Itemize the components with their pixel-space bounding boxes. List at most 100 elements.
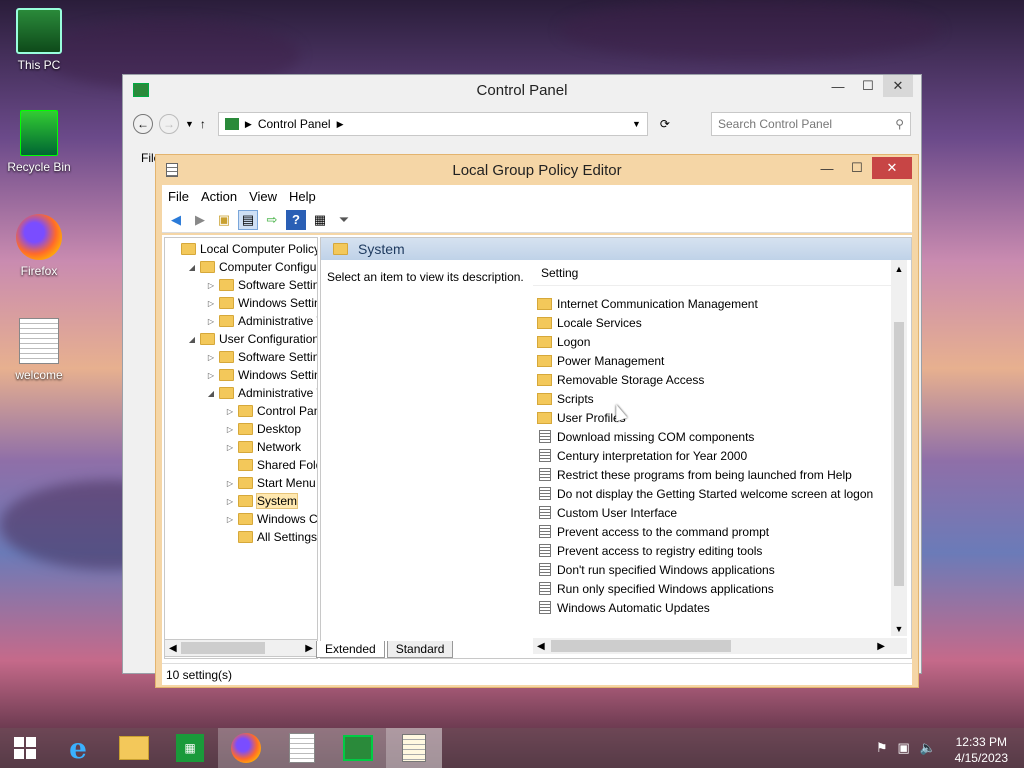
group-policy-editor-window[interactable]: Local Group Policy Editor — ☐ ✕ File Act… — [155, 154, 919, 688]
folder-list-item[interactable]: Locale Services — [537, 313, 642, 332]
setting-list-item[interactable]: Don't run specified Windows applications — [537, 560, 775, 579]
scroll-up-icon[interactable]: ▲ — [891, 260, 907, 274]
desktop-icon-recycle-bin[interactable]: Recycle Bin — [6, 110, 72, 174]
menu-view[interactable]: View — [243, 189, 283, 204]
up-button[interactable]: ↑ — [200, 117, 206, 131]
tree-node[interactable]: All Settings — [224, 528, 317, 546]
scroll-thumb[interactable] — [894, 322, 904, 586]
desktop-icon-welcome[interactable]: welcome — [6, 318, 72, 382]
menu-help[interactable]: Help — [283, 189, 322, 204]
properties-icon[interactable]: ▦ — [310, 210, 330, 230]
recent-locations-button[interactable]: ▼ — [185, 119, 194, 129]
menu-action[interactable]: Action — [195, 189, 243, 204]
setting-list-item[interactable]: Download missing COM components — [537, 427, 754, 446]
scroll-right-icon[interactable]: ▶ — [877, 641, 885, 652]
export-list-icon[interactable]: ⇨ — [262, 210, 282, 230]
filter-icon[interactable]: ⏷ — [334, 210, 354, 230]
tree-node[interactable]: Shared Folder — [224, 456, 317, 474]
tree-node[interactable]: Local Computer Policy — [167, 240, 317, 258]
taskbar-file-explorer[interactable] — [106, 728, 162, 768]
tree-node[interactable]: ▷ Windows Cor — [224, 510, 317, 528]
tree-node[interactable]: ▷ System — [224, 492, 299, 510]
expand-toggle-icon[interactable]: ▷ — [205, 353, 217, 362]
horizontal-scrollbar[interactable]: ◀ ▶ — [533, 638, 907, 654]
tree-node[interactable]: ◢ Computer Configura — [186, 258, 317, 276]
expand-toggle-icon[interactable]: ▷ — [205, 317, 217, 326]
expand-toggle-icon[interactable]: ▷ — [205, 371, 217, 380]
close-button[interactable]: ✕ — [872, 157, 912, 179]
scroll-right-icon[interactable]: ▶ — [305, 643, 313, 654]
expand-toggle-icon[interactable]: ▷ — [205, 281, 217, 290]
column-header-setting[interactable]: Setting — [533, 260, 907, 286]
tree-node[interactable]: ◢ Administrative Te — [205, 384, 317, 402]
tree-node[interactable]: ◢ User Configuration — [186, 330, 317, 348]
show-hide-tree-icon[interactable]: ▤ — [238, 209, 258, 230]
breadcrumb-control-panel[interactable]: Control Panel — [258, 117, 331, 131]
console-tree[interactable]: Local Computer Policy ◢ Computer Configura… — [164, 237, 318, 659]
taskbar-group-policy-editor[interactable] — [386, 728, 442, 768]
back-button[interactable]: ← — [133, 114, 153, 134]
forward-button[interactable]: → — [159, 114, 179, 134]
expand-toggle-icon[interactable]: ▷ — [224, 443, 236, 452]
expand-toggle-icon[interactable]: ▷ — [224, 425, 236, 434]
refresh-button[interactable]: ⟳ — [654, 117, 676, 131]
folder-list-item[interactable]: Removable Storage Access — [537, 370, 704, 389]
tree-node[interactable]: ▷ Network — [224, 438, 301, 456]
up-folder-icon[interactable]: ▣ — [214, 210, 234, 230]
scroll-thumb[interactable] — [181, 642, 265, 654]
tree-node[interactable]: ▷ Desktop — [224, 420, 301, 438]
expand-toggle-icon[interactable]: ▷ — [224, 497, 236, 506]
taskbar-firefox[interactable] — [218, 728, 274, 768]
folder-list-item[interactable]: Logon — [537, 332, 590, 351]
search-input[interactable]: Search Control Panel ⚲ — [711, 112, 911, 136]
scroll-thumb[interactable] — [551, 640, 731, 652]
close-button[interactable]: ✕ — [883, 75, 913, 97]
setting-list-item[interactable]: Custom User Interface — [537, 503, 677, 522]
setting-list-item[interactable]: Prevent access to registry editing tools — [537, 541, 762, 560]
desktop-icon-this-pc[interactable]: This PC — [6, 8, 72, 72]
minimize-button[interactable]: — — [812, 157, 842, 179]
start-button[interactable] — [0, 728, 50, 768]
tree-node[interactable]: ▷ Windows Setting — [205, 366, 317, 384]
tree-node[interactable]: ▷ Software Settings — [205, 348, 317, 366]
expand-toggle-icon[interactable]: ▷ — [224, 479, 236, 488]
vertical-scrollbar[interactable]: ▲ ▼ — [891, 260, 907, 636]
setting-list-item[interactable]: Do not display the Getting Started welco… — [537, 484, 873, 503]
taskbar-store[interactable]: ▦ — [162, 728, 218, 768]
flag-icon[interactable]: ⚑ — [876, 740, 888, 756]
scroll-left-icon[interactable]: ◀ — [169, 643, 177, 654]
expand-toggle-icon[interactable]: ▷ — [205, 299, 217, 308]
gpe-titlebar[interactable]: Local Group Policy Editor — ☐ ✕ — [156, 155, 918, 185]
address-dropdown-icon[interactable]: ▼ — [632, 119, 641, 129]
setting-list-item[interactable]: Prevent access to the command prompt — [537, 522, 769, 541]
folder-list-item[interactable]: Scripts — [537, 389, 594, 408]
address-box[interactable]: ▶ Control Panel ▶ ▼ — [217, 112, 648, 136]
network-icon[interactable]: ▣ — [898, 740, 910, 756]
expand-toggle-icon[interactable]: ▷ — [224, 515, 236, 524]
expand-toggle-icon[interactable]: ▷ — [224, 407, 236, 416]
tree-node[interactable]: ▷ Software Settings — [205, 276, 317, 294]
tree-node[interactable]: ▷ Administrative Te — [205, 312, 317, 330]
expand-toggle-icon[interactable]: ◢ — [186, 263, 198, 272]
menu-file[interactable]: File — [162, 189, 195, 204]
maximize-button[interactable]: ☐ — [842, 157, 872, 179]
taskbar-notepad[interactable] — [274, 728, 330, 768]
tree-hscroll[interactable]: ◀ ▶ — [164, 639, 318, 657]
settings-list[interactable]: Setting ▲ ▼ Internet Communication Manag… — [533, 260, 907, 636]
setting-list-item[interactable]: Windows Automatic Updates — [537, 598, 710, 617]
setting-list-item[interactable]: Run only specified Windows applications — [537, 579, 774, 598]
back-arrow-icon[interactable]: ◀ — [166, 210, 186, 230]
taskbar-control-panel[interactable] — [330, 728, 386, 768]
expand-toggle-icon[interactable]: ◢ — [186, 335, 198, 344]
expand-toggle-icon[interactable]: ◢ — [205, 389, 217, 398]
volume-muted-icon[interactable]: 🔈 — [920, 740, 936, 756]
tab-standard[interactable]: Standard — [386, 641, 454, 658]
tree-node[interactable]: ▷ Start Menu ar — [224, 474, 317, 492]
tree-node[interactable]: ▷ Control Panel — [224, 402, 317, 420]
tree-node[interactable]: ▷ Windows Setting — [205, 294, 317, 312]
control-panel-titlebar[interactable]: Control Panel — ☐ ✕ — [123, 75, 921, 105]
minimize-button[interactable]: — — [823, 75, 853, 97]
maximize-button[interactable]: ☐ — [853, 75, 883, 97]
tab-extended[interactable]: Extended — [316, 641, 385, 658]
scroll-left-icon[interactable]: ◀ — [537, 641, 545, 652]
